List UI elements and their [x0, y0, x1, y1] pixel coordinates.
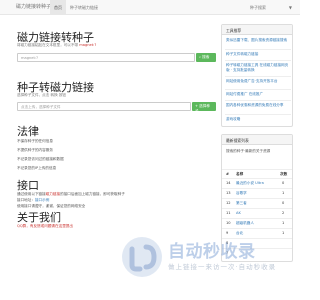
recommend-panel: 工具推荐 类似迅雷下载、图片搜索资源链接搜索 种子文件转磁力链接 种子转磁力链接…: [221, 24, 293, 127]
api-line-1-red: 磁力链接: [45, 192, 61, 196]
divider: [225, 89, 291, 90]
divider: [225, 114, 291, 115]
recommend-link[interactable]: 网站付费推广 在线推广: [226, 92, 290, 97]
row-name[interactable]: 谷歌学: [236, 191, 247, 196]
law-line: 不保存种子的任何信息: [17, 139, 53, 143]
law-title: 法律: [17, 125, 39, 138]
divider: [225, 49, 291, 50]
table-row[interactable]: 11 AK 2: [222, 208, 292, 216]
col-name: 名称: [236, 172, 244, 176]
torrent-hint: 选择种子文件，点击 转换 按钮: [17, 93, 67, 97]
col-id: #: [226, 172, 230, 176]
choose-torrent-button[interactable]: + 选择种子: [192, 102, 216, 113]
row-name[interactable]: 第三者: [236, 201, 247, 206]
recommend-link[interactable]: 网站使用免费广告·支持开放平台: [226, 79, 290, 84]
recommend-link[interactable]: 种子文件转磁力链接: [226, 52, 290, 57]
recommend-header: 工具推荐: [222, 25, 292, 35]
magnifier-icon: ⌕: [199, 55, 202, 59]
magnet-search-label: 搜索: [202, 55, 210, 59]
recommend-link[interactable]: 种子转磁力链接工具 在线磁力链接网页版 · 支持批量转换: [226, 63, 290, 73]
recommend-link[interactable]: 国内各种优惠和资源的免费在线分享: [226, 103, 290, 108]
row-id: 13: [226, 191, 231, 195]
magnet-hint-red: magnet:?: [79, 43, 97, 47]
watermark-text: 自动秒收录: [168, 242, 256, 262]
divider: [225, 76, 291, 77]
choose-torrent-label: 选择种子: [195, 104, 210, 113]
divider: [225, 60, 291, 61]
table-header: # 名称 次数: [222, 169, 292, 177]
row-name[interactable]: AK: [236, 211, 241, 215]
row-count: 0: [282, 181, 285, 185]
search-list-header: 最新搜索列表: [222, 135, 292, 145]
magnet-hint: 将磁力链接粘贴在文本框里，可以不带 magnet:?: [17, 43, 96, 48]
row-count: 1: [282, 221, 285, 225]
about-line: QQ群，有反馈或问题请在这里提出: [17, 224, 73, 228]
chevron-down-icon[interactable]: ▼: [289, 5, 292, 10]
row-count: 0: [282, 201, 285, 205]
watermark-subtext: 做上链接一来访一次·自动秒收录: [168, 263, 277, 271]
watermark-logo-icon: [122, 237, 162, 277]
row-name[interactable]: 最近的小说 Ultra: [236, 181, 264, 186]
api-line-1-prefix: 通过使用以下链接: [17, 192, 46, 196]
row-name[interactable]: 超级机器人: [236, 221, 254, 226]
magnet-input[interactable]: magnet:?: [17, 53, 195, 62]
tab-home[interactable]: 首页: [50, 0, 66, 15]
top-navbar: 磁力链接转种子 首页 种子转磁力链接 种子搜索 ▼: [0, 0, 300, 15]
recommend-link[interactable]: 类似迅雷下载、图片搜索资源链接搜索: [226, 38, 290, 43]
row-id: 10: [226, 221, 231, 225]
about-title: 关于我们: [17, 211, 61, 224]
recommend-link[interactable]: 游戏攻略: [226, 117, 290, 122]
table-row[interactable]: 13 谷歌学 1: [222, 188, 292, 196]
law-line: 不记录您的IP上传的信息: [17, 166, 57, 170]
row-id: 11: [226, 211, 231, 215]
law-line: 不提供种子的内容服务: [17, 148, 53, 152]
tab-torrent-to-magnet[interactable]: 种子转磁力链接: [66, 0, 102, 15]
api-title: 接口: [17, 179, 39, 192]
api-line-1: 通过使用以下链接磁力链接的接口后面加上磁力链接，即可获取种子: [17, 192, 125, 197]
table-row[interactable]: 10 超级机器人 1: [222, 218, 292, 226]
api-line-2-prefix: 接口地址：: [17, 198, 35, 202]
api-example-link[interactable]: 接口示例: [35, 198, 49, 202]
magnet-search-button[interactable]: ⌕ 搜索: [196, 53, 216, 62]
magnet-input-row: magnet:? ⌕ 搜索: [17, 53, 216, 62]
torrent-file-input[interactable]: 点击上传，选择种子文件: [17, 102, 191, 111]
table-row[interactable]: 14 最近的小说 Ultra 0: [222, 178, 292, 186]
law-line: 不记录您访问过的链接和数据: [17, 157, 64, 161]
magnet-hint-text: 将磁力链接粘贴在文本框里，可以不带: [17, 43, 79, 47]
row-count: 2: [282, 211, 285, 215]
col-count: 次数: [280, 172, 288, 176]
table-row[interactable]: 12 第三者 0: [222, 198, 292, 206]
plus-icon: +: [195, 104, 199, 108]
api-line-1-suffix: 的接口后面加上磁力链接，即可获取种子: [60, 192, 125, 196]
row-id: 14: [226, 181, 231, 185]
torrent-input-row: 点击上传，选择种子文件 + 选择种子: [17, 102, 216, 113]
watermark: 自动秒收录 做上链接一来访一次·自动秒收录: [120, 235, 295, 295]
nav-torrent-search[interactable]: 种子搜索: [250, 5, 266, 11]
brand-link[interactable]: 磁力链接转种子: [16, 3, 51, 10]
divider: [225, 100, 291, 101]
search-list-hint: 搜索的种子·最新的关于资源: [226, 149, 271, 153]
api-line-2: 接口地址：接口示例: [17, 198, 49, 203]
row-id: 12: [226, 201, 231, 205]
row-count: 1: [282, 191, 285, 195]
